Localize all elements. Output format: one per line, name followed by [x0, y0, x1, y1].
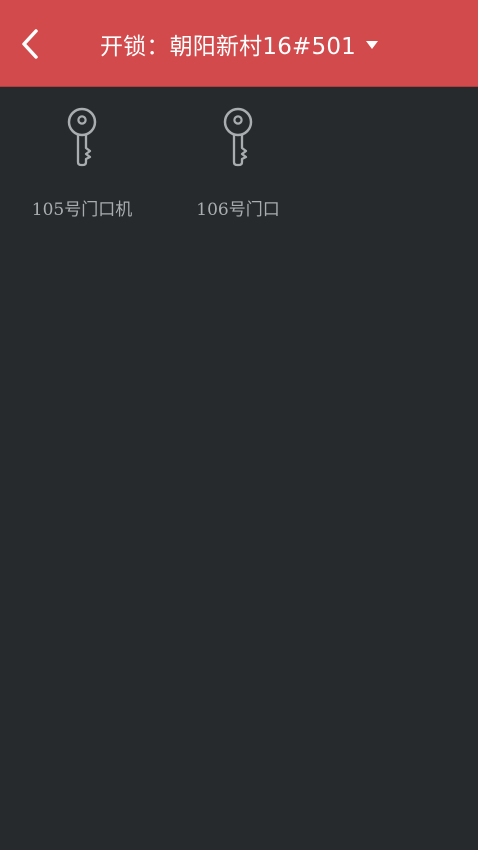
key-icon: [223, 107, 253, 167]
door-label: 106号门口: [196, 200, 280, 220]
door-item-105[interactable]: 105号门口机: [17, 107, 147, 227]
community-selector[interactable]: 开锁：朝阳新村16#501: [60, 0, 418, 87]
door-label: 105号门口机: [31, 200, 133, 220]
top-bar: 开锁：朝阳新村16#501: [0, 0, 478, 87]
page-title: 开锁：朝阳新村16#501: [99, 33, 357, 60]
chevron-left-icon: [22, 28, 38, 59]
app-screen: 开锁：朝阳新村16#501 105号门口机 106号门口: [0, 0, 478, 850]
key-icon: [67, 107, 97, 167]
caret-down-icon: [366, 40, 379, 49]
door-item-106[interactable]: 106号门口: [173, 107, 303, 227]
back-button[interactable]: [0, 0, 60, 87]
